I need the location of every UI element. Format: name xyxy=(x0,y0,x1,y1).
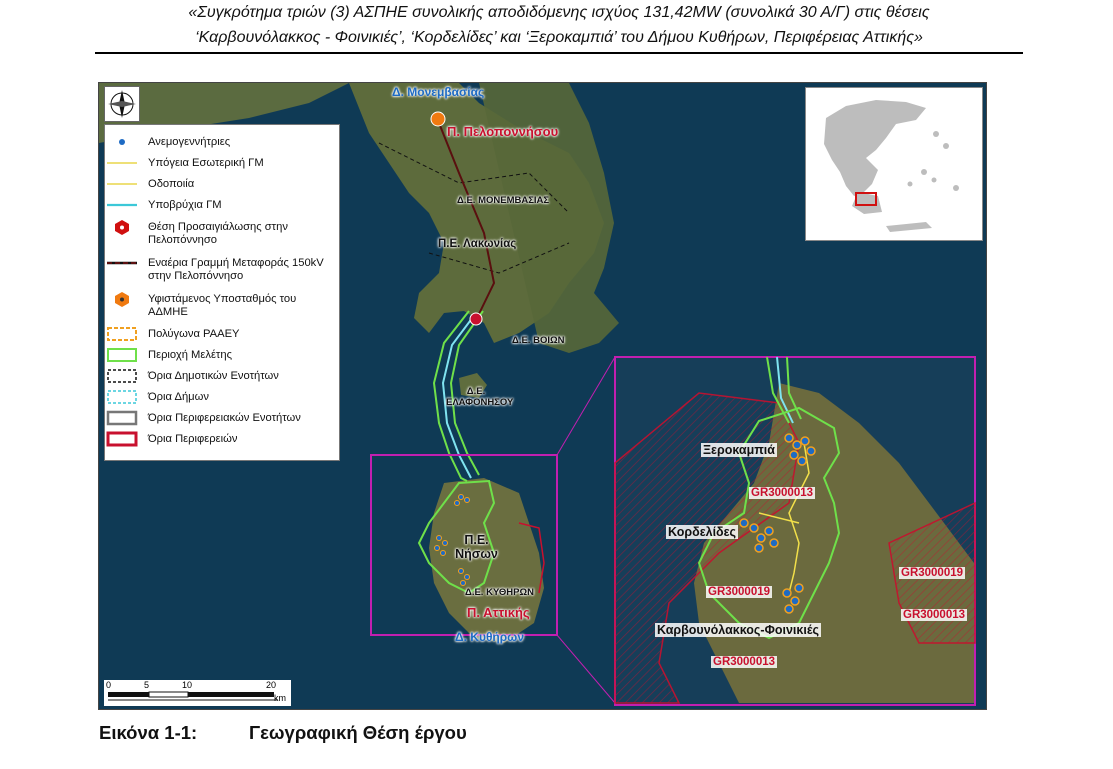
map-legend: Ανεμογεννήτριες Υπόγεια Εσωτερική ΓΜ Οδο… xyxy=(104,124,340,461)
label-karvounolakkos: Καρβουνόλακκος-Φοινικιές xyxy=(655,623,821,637)
header-line-1: «Συγκρότημα τριών (3) ΑΣΠΗΕ συνολικής απ… xyxy=(188,4,930,21)
label-kythira-municipality: Δ. Κυθήρων xyxy=(455,630,524,644)
black-dashed-box-icon xyxy=(107,369,137,383)
blue-dot-icon xyxy=(119,139,125,145)
legend-label: Θέση Προσαιγιάλωσης στην Πελοπόννησο xyxy=(148,221,288,246)
label-xerokampia: Ξεροκαμπιά xyxy=(701,443,777,457)
yellow-line-icon xyxy=(107,162,137,164)
orange-hexagon-icon xyxy=(115,292,129,307)
legend-label: Όρια Δήμων xyxy=(148,391,209,403)
legend-item-turbines: Ανεμογεννήτριες xyxy=(105,134,339,154)
legend-item-municipal-units: Όρια Δημοτικών Ενοτήτων xyxy=(105,368,339,388)
map-figure: Ανεμογεννήτριες Υπόγεια Εσωτερική ΓΜ Οδο… xyxy=(98,82,987,710)
legend-label: Όρια Περιφερειών xyxy=(148,433,238,445)
landing-marker xyxy=(469,312,483,326)
scale-tick-0: 0 xyxy=(106,680,112,690)
red-box-icon xyxy=(106,431,138,447)
label-monemvasia-municipality: Δ. Μονεμβασίας xyxy=(392,85,485,99)
grey-box-icon xyxy=(106,410,138,426)
legend-item-overhead-line: Εναέρια Γραμμή Μεταφοράς 150kV στην Πελο… xyxy=(105,255,339,283)
legend-label: Όρια Δημοτικών Ενοτήτων xyxy=(148,370,279,382)
legend-item-study-area: Περιοχή Μελέτης xyxy=(105,347,339,367)
label-attica-region: Π. Αττικής xyxy=(467,605,530,620)
label-elafonisos: Δ.Ε. ΕΛΑΦΟΝΗΣΟΥ xyxy=(446,386,514,408)
label-monemvasia-unit: Δ.Ε. ΜΟΝΕΜΒΑΣΙΑΣ xyxy=(457,195,550,206)
legend-item-landing-point: Θέση Προσαιγιάλωσης στην Πελοπόννησο xyxy=(105,219,339,247)
legend-label: Οδοποιία xyxy=(148,178,195,190)
label-lakonia: Π.Ε. Λακωνίας xyxy=(438,238,517,250)
green-box-icon xyxy=(107,348,137,362)
north-arrow-icon xyxy=(104,86,140,122)
scale-tick-20: 20 xyxy=(266,680,277,690)
legend-item-raaey: Πολύγωνα ΡΑΑΕΥ xyxy=(105,326,339,346)
cyan-dashed-box-icon xyxy=(107,390,137,404)
legend-label: Πολύγωνα ΡΑΑΕΥ xyxy=(148,328,240,340)
legend-item-underground-line: Υπόγεια Εσωτερική ΓΜ xyxy=(105,155,339,175)
legend-item-regional-units: Όρια Περιφερειακών Ενοτήτων xyxy=(105,410,339,430)
legend-label: Όρια Περιφερειακών Ενοτήτων xyxy=(148,412,301,424)
scale-tick-10: 10 xyxy=(182,680,193,690)
document-header: «Συγκρότημα τριών (3) ΑΣΠΗΕ συνολικής απ… xyxy=(95,0,1023,50)
yellow-line-icon xyxy=(107,183,137,185)
red-hexagon-icon xyxy=(115,220,129,235)
legend-item-submarine-line: Υποβρύχια ΓΜ xyxy=(105,197,339,217)
label-natura-gr3000013: GR3000013 xyxy=(749,487,816,499)
legend-item-roads: Οδοποιία xyxy=(105,176,339,196)
greece-locator-map xyxy=(805,87,983,241)
scale-bar: 0 5 10 20 km xyxy=(104,680,291,706)
substation-marker xyxy=(430,111,446,127)
greece-silhouette xyxy=(824,100,959,232)
dark-red-line-icon xyxy=(107,261,137,265)
orange-dashed-box-icon xyxy=(107,327,137,341)
caption-number: Εικόνα 1-1: xyxy=(99,722,198,743)
label-nison: Π.Ε. Νήσων xyxy=(455,533,498,561)
label-natura-gr3000019: GR3000019 xyxy=(706,586,773,598)
scale-tick-5: 5 xyxy=(144,680,150,690)
label-natura-gr3000019-east: GR3000019 xyxy=(899,567,966,579)
label-kythira-unit: Δ.Ε. ΚΥΘΗΡΩΝ xyxy=(465,587,534,598)
legend-item-substation: Υφιστάμενος Υποσταθμός του ΑΔΜΗΕ xyxy=(105,291,339,319)
legend-label: Ανεμογεννήτριες xyxy=(148,136,231,148)
legend-item-municipalities: Όρια Δήμων xyxy=(105,389,339,409)
scale-unit: km xyxy=(274,693,286,703)
label-natura-gr3000013-east: GR3000013 xyxy=(901,609,968,621)
header-line-2: ‘Καρβουνόλακκος - Φοινικιές’, ‘Κορδελίδε… xyxy=(195,29,923,46)
caption-title: Γεωγραφική Θέση έργου xyxy=(249,722,467,743)
legend-label: Υπόγεια Εσωτερική ΓΜ xyxy=(148,157,264,169)
label-peloponnese-region: Π. Πελοποννήσου xyxy=(447,124,559,139)
label-voion: Δ.Ε. ΒΟΙΩΝ xyxy=(512,335,565,346)
header-rule xyxy=(95,52,1023,54)
legend-label: Περιοχή Μελέτης xyxy=(148,349,232,361)
label-kordelides: Κορδελίδες xyxy=(666,525,739,539)
legend-label: Εναέρια Γραμμή Μεταφοράς 150kV στην Πελο… xyxy=(148,257,324,282)
label-natura-gr3000013-south: GR3000013 xyxy=(711,656,778,668)
legend-label: Υφιστάμενος Υποσταθμός του ΑΔΜΗΕ xyxy=(148,293,297,318)
cyan-line-icon xyxy=(107,203,137,207)
legend-label: Υποβρύχια ΓΜ xyxy=(148,199,222,211)
legend-item-regions: Όρια Περιφερειών xyxy=(105,431,339,451)
